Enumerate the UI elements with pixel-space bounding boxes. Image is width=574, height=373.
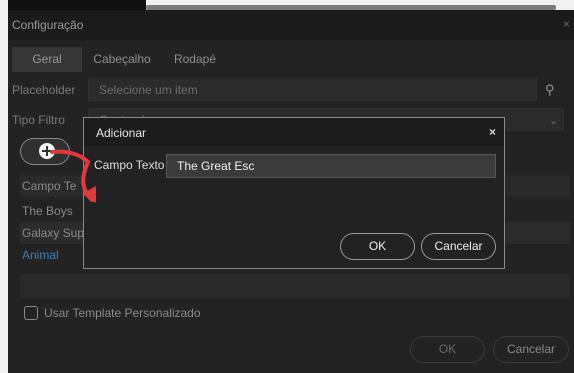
window-title: Configuração — [12, 18, 84, 32]
chevron-down-icon[interactable]: ⌄ — [549, 114, 558, 127]
add-button[interactable] — [20, 138, 70, 165]
grid-cell: The Boys — [22, 204, 73, 218]
text-field-input[interactable]: The Great Esc — [166, 154, 496, 178]
grid-cell: Galaxy Sup — [22, 226, 85, 240]
top-strip-dark — [8, 0, 146, 10]
tab-cabecalho[interactable]: Cabeçalho — [82, 47, 162, 72]
tab-geral[interactable]: Geral — [12, 47, 82, 72]
text-field-label: Campo Texto — [94, 158, 165, 172]
tab-rodape[interactable]: Rodapé — [162, 47, 228, 72]
grid-header-cell: Campo Te — [22, 179, 77, 193]
close-icon[interactable]: × — [563, 17, 570, 31]
placeholder-label: Placeholder — [12, 83, 76, 97]
ok-button[interactable]: OK — [410, 336, 485, 363]
close-icon[interactable]: × — [489, 125, 496, 139]
filter-type-label: Tipo Filtro — [12, 113, 65, 127]
custom-template-label: Usar Template Personalizado — [44, 306, 201, 320]
custom-template-checkbox[interactable] — [24, 306, 38, 320]
search-icon[interactable]: ⚲ — [545, 82, 555, 98]
placeholder-input[interactable]: Selecione um item — [88, 78, 537, 101]
dialog-cancel-button[interactable]: Cancelar — [421, 233, 496, 260]
top-strip — [0, 0, 574, 10]
dialog-title: Adicionar — [96, 126, 147, 140]
grid-link[interactable]: Animal — [22, 248, 59, 262]
add-dialog: Adicionar × Campo Texto The Great Esc OK… — [83, 117, 505, 269]
dialog-header: Adicionar × — [84, 118, 504, 146]
plus-icon — [39, 143, 55, 159]
title-bar: Configuração × — [8, 10, 574, 40]
dialog-ok-button[interactable]: OK — [340, 233, 415, 260]
cancel-button[interactable]: Cancelar — [493, 336, 569, 363]
grid-footer — [20, 274, 570, 298]
